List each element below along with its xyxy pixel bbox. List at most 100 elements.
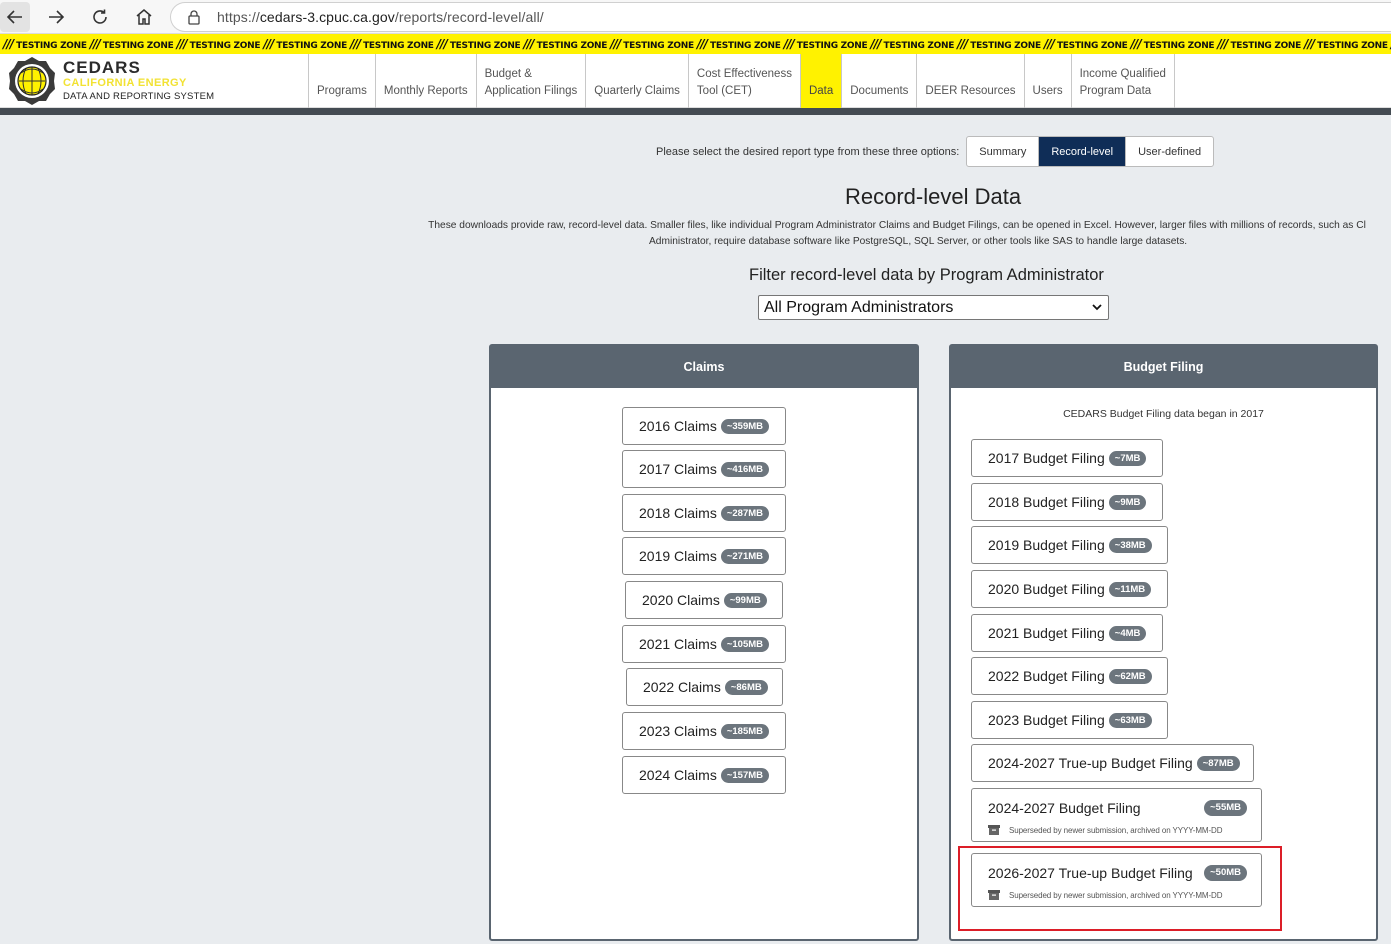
nav-item-budget[interactable]: Budget & Application Filings xyxy=(475,54,586,108)
download-2023-claims[interactable]: 2023 Claims ~185MB xyxy=(622,712,786,750)
url-path: /reports/record-level/all/ xyxy=(394,9,544,25)
file-size-badge: ~62MB xyxy=(1108,668,1152,684)
download-label: 2021 Claims xyxy=(639,636,717,652)
logo-title: CEDARS xyxy=(63,58,141,77)
nav-item-income-qualified[interactable]: Income Qualified Program Data xyxy=(1070,54,1175,108)
nav-item-label-line2: Tool (CET) xyxy=(696,85,752,97)
download-2017-budget-filing[interactable]: 2017 Budget Filing ~7MB xyxy=(971,439,1163,477)
download-label: 2016 Claims xyxy=(639,418,717,434)
download-2024-2027-true-up-budget-filing[interactable]: 2024-2027 True-up Budget Filing ~87MB xyxy=(971,744,1254,782)
file-size-badge: ~55MB xyxy=(1204,800,1247,816)
nav-item-label-line1: Budget & xyxy=(484,68,532,80)
testing-zone-label: TESTING ZONE xyxy=(363,41,434,51)
hazard-slash-icon: /// xyxy=(870,37,881,51)
back-button[interactable] xyxy=(0,1,30,32)
report-type-user-defined-button[interactable]: User-defined xyxy=(1126,137,1213,166)
report-type-summary-button[interactable]: Summary xyxy=(967,137,1040,166)
reload-icon xyxy=(93,9,107,24)
download-2017-claims[interactable]: 2017 Claims ~416MB xyxy=(622,450,786,488)
nav-item-label: Users xyxy=(1033,83,1063,100)
report-type-selector: Please select the desired report type fr… xyxy=(656,136,1215,167)
arrow-right-icon xyxy=(49,9,65,24)
page-description-line1: These downloads provide raw, record-leve… xyxy=(428,220,1366,231)
hazard-slash-icon: /// xyxy=(783,37,795,51)
hazard-slash-icon: /// xyxy=(957,37,968,51)
home-button[interactable] xyxy=(126,2,162,32)
logo-subtitle-2: DATA AND REPORTING SYSTEM xyxy=(63,91,215,102)
file-size-badge: ~416MB xyxy=(720,461,770,477)
claims-card: Claims 2016 Claims ~359MB 2017 Claims ~416M… xyxy=(489,344,919,941)
testing-zone-label: TESTING ZONE xyxy=(1143,41,1215,51)
download-2023-budget-filing[interactable]: 2023 Budget Filing ~63MB xyxy=(971,701,1168,739)
download-2018-claims[interactable]: 2018 Claims ~287MB xyxy=(622,494,786,532)
nav-item-programs[interactable]: Programs xyxy=(308,54,375,108)
nav-item-deer-resources[interactable]: DEER Resources xyxy=(916,54,1023,108)
nav-item-users[interactable]: Users xyxy=(1023,54,1071,108)
logo-subtitle: CALIFORNIA ENERGY xyxy=(63,77,187,89)
download-archived-2024-2027-budget-filing[interactable]: 2024-2027 Budget Filing ~55MB Superseded b… xyxy=(971,788,1262,842)
cedars-logo[interactable]: CEDARS CALIFORNIA ENERGY DATA AND REPORT… xyxy=(5,56,305,106)
file-size-badge: ~7MB xyxy=(1108,450,1147,466)
nav-item-label-line1: Monthly Reports xyxy=(383,85,468,97)
nav-item-label-line1: Cost Effectiveness xyxy=(696,68,792,80)
hazard-slash-icon: /// xyxy=(696,37,708,51)
nav-item-quarterly-claims[interactable]: Quarterly Claims xyxy=(585,54,688,108)
download-2022-budget-filing[interactable]: 2022 Budget Filing ~62MB xyxy=(971,657,1168,695)
download-label: 2020 Budget Filing xyxy=(988,581,1105,597)
download-2019-claims[interactable]: 2019 Claims ~271MB xyxy=(622,537,786,575)
report-type-record-level-button[interactable]: Record-level xyxy=(1039,137,1127,166)
download-2016-claims[interactable]: 2016 Claims ~359MB xyxy=(622,407,786,445)
highlight-annotation-box xyxy=(958,846,1282,931)
gear-logo-icon xyxy=(9,57,55,105)
nav-item-data[interactable]: Data xyxy=(799,54,842,108)
report-type-label: Please select the desired report type fr… xyxy=(656,145,960,158)
download-label: 2018 Claims xyxy=(639,505,717,521)
file-size-badge: ~157MB xyxy=(720,767,770,783)
nav-item-label-line1: Data xyxy=(808,85,834,97)
reload-button[interactable] xyxy=(82,2,118,32)
nav-item-monthly-reports[interactable]: Monthly Reports xyxy=(374,54,476,108)
nav-item-label-line2: Application Filings xyxy=(484,85,578,97)
nav-item-label-line2: Program Data xyxy=(1079,85,1152,97)
download-label: 2024-2027 Budget Filing xyxy=(988,800,1141,816)
address-bar[interactable]: https://cedars-3.cpuc.ca.gov/reports/rec… xyxy=(170,2,1391,32)
download-2022-claims[interactable]: 2022 Claims ~86MB xyxy=(626,668,783,706)
arrow-left-icon xyxy=(6,9,22,24)
url-scheme: https:// xyxy=(217,9,260,25)
file-size-badge: ~11MB xyxy=(1108,581,1152,597)
file-size-badge: ~359MB xyxy=(720,418,770,434)
file-size-badge: ~38MB xyxy=(1108,537,1152,553)
testing-zone-banner: ///TESTING ZONE///TESTING ZONE///TESTING… xyxy=(0,34,1391,54)
download-2020-claims[interactable]: 2020 Claims ~99MB xyxy=(625,581,783,619)
nav-item-label: Cost Effectiveness Tool (CET) xyxy=(697,66,792,100)
nav-item-label-line1: Documents xyxy=(850,85,909,97)
testing-zone-label: TESTING ZONE xyxy=(623,41,694,51)
download-2018-budget-filing[interactable]: 2018 Budget Filing ~9MB xyxy=(971,483,1163,521)
download-2020-budget-filing[interactable]: 2020 Budget Filing ~11MB xyxy=(971,570,1168,608)
lock-icon[interactable] xyxy=(187,9,201,25)
file-size-badge: ~287MB xyxy=(720,505,770,521)
download-2021-claims[interactable]: 2021 Claims ~105MB xyxy=(622,625,786,663)
archive-box-icon xyxy=(988,825,1000,835)
download-label: 2017 Claims xyxy=(639,461,717,477)
nav-item-label-line1: Programs xyxy=(317,85,367,97)
download-label: 2024-2027 True-up Budget Filing xyxy=(988,755,1193,771)
nav-item-label: Income Qualified Program Data xyxy=(1080,66,1166,100)
download-2019-budget-filing[interactable]: 2019 Budget Filing ~38MB xyxy=(971,526,1168,564)
testing-zone-label: TESTING ZONE xyxy=(883,41,955,51)
program-administrator-select[interactable]: All Program Administrators xyxy=(758,295,1109,320)
download-2021-budget-filing[interactable]: 2021 Budget Filing ~4MB xyxy=(971,614,1163,652)
forward-button[interactable] xyxy=(38,2,74,32)
hazard-slash-icon: /// xyxy=(176,37,187,51)
download-label: 2019 Claims xyxy=(639,548,717,564)
nav-item-documents[interactable]: Documents xyxy=(841,54,916,108)
hazard-slash-icon: /// xyxy=(3,37,14,51)
file-size-badge: ~99MB xyxy=(723,592,767,608)
claims-card-header: Claims xyxy=(491,346,917,388)
download-2024-claims[interactable]: 2024 Claims ~157MB xyxy=(622,756,786,794)
page-description-line2: Administrator, require database software… xyxy=(649,236,1188,247)
download-label: 2021 Budget Filing xyxy=(988,625,1105,641)
testing-zone-label: TESTING ZONE xyxy=(189,41,261,51)
nav-item-cost-effectiveness[interactable]: Cost Effectiveness Tool (CET) xyxy=(687,54,800,108)
file-size-badge: ~4MB xyxy=(1108,625,1147,641)
